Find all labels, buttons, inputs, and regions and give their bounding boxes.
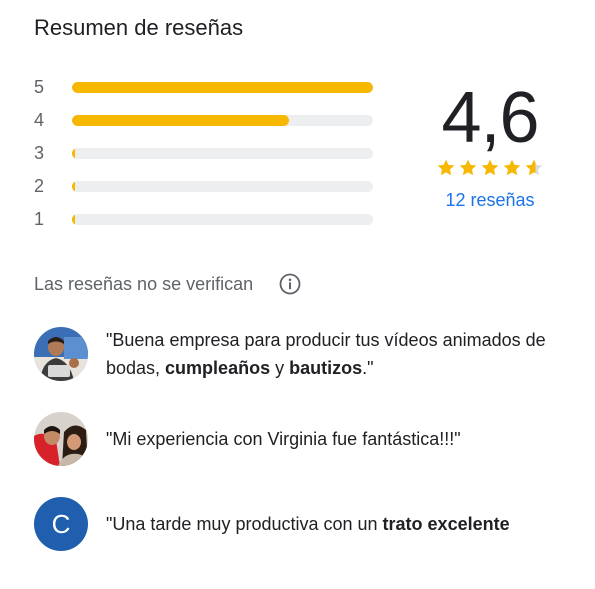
- histogram-label: 1: [34, 209, 45, 229]
- histogram-label: 5: [34, 77, 45, 97]
- snippet-text-part: y: [270, 358, 290, 378]
- review-count-link[interactable]: 12 reseñas: [445, 190, 534, 211]
- histogram-row-2[interactable]: 2: [34, 173, 374, 206]
- review-snippet-text: "Una tarde muy productiva con un trato e…: [106, 510, 566, 538]
- snippet-highlight: bautizos: [289, 358, 363, 378]
- histogram-bar-fill: [72, 148, 75, 159]
- review-snippet[interactable]: "Mi experiencia con Virginia fue fantást…: [34, 412, 566, 466]
- histogram-bar-track: [72, 148, 373, 159]
- star-icon: [502, 158, 522, 178]
- snippet-text-part: .": [362, 358, 374, 378]
- reviewer-avatar: [34, 327, 88, 381]
- histogram-row-5[interactable]: 5: [34, 74, 374, 107]
- rating-histogram: 5 4 3 2 1: [34, 74, 374, 239]
- histogram-bar-fill: [72, 214, 75, 225]
- verification-notice-text: Las reseñas no se verifican: [34, 274, 254, 294]
- histogram-bar-track: [72, 181, 373, 192]
- histogram-row-3[interactable]: 3: [34, 140, 374, 173]
- histogram-bar-fill: [72, 181, 75, 192]
- reviewer-avatar: [34, 412, 88, 466]
- review-snippet[interactable]: C "Una tarde muy productiva con un trato…: [34, 497, 566, 551]
- histogram-row-1[interactable]: 1: [34, 206, 374, 239]
- star-icon: [524, 158, 544, 178]
- info-icon[interactable]: [279, 273, 301, 295]
- review-snippet[interactable]: "Buena empresa para producir tus vídeos …: [34, 326, 566, 382]
- review-snippet-text: "Mi experiencia con Virginia fue fantást…: [106, 425, 566, 453]
- reviewer-avatar: C: [34, 497, 88, 551]
- histogram-label: 3: [34, 143, 45, 163]
- average-score: 4,6: [441, 78, 539, 158]
- star-rating: [410, 158, 570, 180]
- histogram-bar-fill: [72, 115, 289, 126]
- star-icon: [458, 158, 478, 178]
- histogram-bar-track: [72, 115, 373, 126]
- histogram-label: 4: [34, 110, 45, 130]
- snippet-highlight: trato excelente: [382, 514, 510, 534]
- review-snippet-text: "Buena empresa para producir tus vídeos …: [106, 326, 566, 382]
- star-icon: [436, 158, 456, 178]
- section-title: Resumen de reseñas: [34, 15, 244, 40]
- histogram-label: 2: [34, 176, 45, 196]
- snippet-text-part: "Una tarde muy productiva con un: [106, 514, 383, 534]
- histogram-bar-track: [72, 214, 373, 225]
- star-icon: [480, 158, 500, 178]
- histogram-bar-track: [72, 82, 373, 93]
- rating-summary: 4,6 12 reseñas: [410, 80, 570, 211]
- verification-notice: Las reseñas no se verifican: [34, 272, 301, 296]
- histogram-row-4[interactable]: 4: [34, 107, 374, 140]
- snippet-highlight: cumpleaños: [165, 358, 271, 378]
- snippet-text-part: "Mi experiencia con Virginia fue fantást…: [106, 429, 461, 449]
- histogram-bar-fill: [72, 82, 373, 93]
